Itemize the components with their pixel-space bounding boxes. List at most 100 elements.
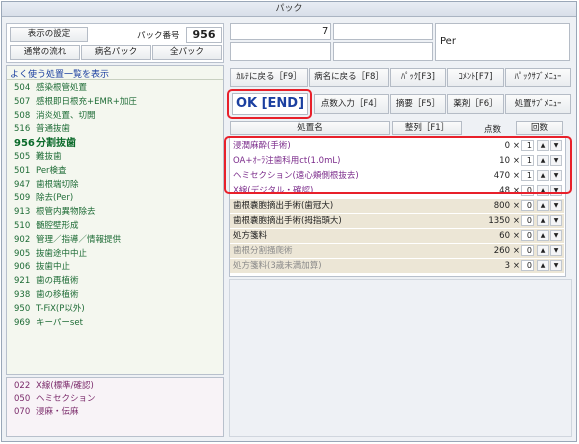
favorite-item[interactable]: 921 歯の再植術 <box>6 275 224 289</box>
favorite-item[interactable]: 950 T-FiX(P以外) <box>6 303 224 317</box>
procedure-points: 48 <box>499 186 510 196</box>
lower-empty-area <box>229 279 572 437</box>
comment-button[interactable]: ｺﾒﾝﾄ[F7] <box>447 68 504 87</box>
procedure-row[interactable]: 処方箋料 60 × 0 ▲ ▼ <box>230 229 564 243</box>
ok-end-button[interactable]: OK [END] <box>232 93 308 115</box>
top-field-a[interactable] <box>230 23 331 40</box>
procedure-name: 処方箋料 <box>233 231 268 241</box>
spin-up-icon[interactable]: ▲ <box>537 215 549 226</box>
favorite-item[interactable]: 902 管理／指導／情報提供 <box>6 234 224 248</box>
back-to-karte-button[interactable]: ｶﾙﾃに戻る［F9］ <box>230 68 308 87</box>
spin-down-icon[interactable]: ▼ <box>550 260 562 271</box>
spin-up-icon[interactable]: ▲ <box>537 170 549 181</box>
spin-up-icon[interactable]: ▲ <box>537 200 549 211</box>
favorite-item[interactable]: 504 感染根管処置 <box>6 82 224 96</box>
normal-flow-button[interactable]: 通常の流れ <box>10 45 80 60</box>
favorite-item[interactable]: 501 Per検査 <box>6 165 224 179</box>
favorite-name: 感染根管処置 <box>36 83 88 93</box>
favorite-name: キーパーset <box>36 317 83 328</box>
favorite-name: 消炎処置、切開 <box>36 110 96 121</box>
spin-up-icon[interactable]: ▲ <box>537 230 549 241</box>
favorite-name: 抜歯中止 <box>36 262 71 273</box>
back-to-disease-button[interactable]: 病名に戻る［F8］ <box>309 68 389 87</box>
spin-down-icon[interactable]: ▼ <box>550 155 562 166</box>
procedure-name: 浸潤麻酔(手術) <box>233 141 291 151</box>
favorite-item[interactable]: 956分割抜歯 <box>6 137 224 151</box>
favorite-code: 507 <box>14 96 31 107</box>
spin-down-icon[interactable]: ▼ <box>550 185 562 196</box>
procedure-qty-field[interactable]: 0 <box>521 215 534 226</box>
spin-down-icon[interactable]: ▼ <box>550 140 562 151</box>
procedure-qty-field[interactable]: 1 <box>521 155 534 166</box>
favorite-item[interactable]: 516 普通抜歯 <box>6 123 224 137</box>
pack-selector-panel: 表示の設定 パック番号 956 通常の流れ 病名パック 全パック <box>6 23 224 63</box>
pack-button[interactable]: ﾊﾟｯｸ[F3] <box>390 68 446 87</box>
procedure-row[interactable]: 歯根嚢胞摘出手術(歯冠大) 800 × 0 ▲ ▼ <box>230 199 564 213</box>
procedure-qty-field[interactable]: 0 <box>521 200 534 211</box>
spin-up-icon[interactable]: ▲ <box>537 155 549 166</box>
spin-down-icon[interactable]: ▼ <box>550 200 562 211</box>
favorite-item[interactable]: 905 抜歯途中中止 <box>6 248 224 262</box>
procedure-row[interactable]: 浸潤麻酔(手術) 0 × 1 ▲ ▼ <box>230 139 564 153</box>
window-title: パック <box>2 2 576 17</box>
spin-down-icon[interactable]: ▼ <box>550 170 562 181</box>
spin-up-icon[interactable]: ▲ <box>537 245 549 256</box>
procedure-qty-field[interactable]: 0 <box>521 230 534 241</box>
spin-up-icon[interactable]: ▲ <box>537 260 549 271</box>
recent-list-panel: 022 X線(標準/確認) 050 ヘミセクション 070 浸麻・伝麻 <box>6 377 224 437</box>
recent-item[interactable]: 070 浸麻・伝麻 <box>8 406 222 419</box>
top-field-c[interactable] <box>333 23 433 40</box>
procedure-row[interactable]: 処方箋料(3歳未満加算) 3 × 0 ▲ ▼ <box>230 259 564 273</box>
spin-down-icon[interactable]: ▼ <box>550 245 562 256</box>
drug-button[interactable]: 薬剤［F6］ <box>447 94 504 114</box>
pack-sub-menu-button[interactable]: ﾊﾟｯｸｻﾌﾞﾒﾆｭｰ <box>505 68 571 87</box>
procedure-qty-field[interactable]: 0 <box>521 245 534 256</box>
favorite-item[interactable]: 947 歯根端切除 <box>6 179 224 193</box>
procedure-name: X線(デジタル・確認) <box>233 186 314 196</box>
procedure-row[interactable]: ヘミセクション(遠心頬側根抜去) 470 × 1 ▲ ▼ <box>230 169 564 183</box>
procedure-qty-field[interactable]: 1 <box>521 140 534 151</box>
spin-down-icon[interactable]: ▼ <box>550 215 562 226</box>
procedure-row[interactable]: X線(デジタル・確認) 48 × 0 ▲ ▼ <box>230 184 564 198</box>
col-header-name[interactable]: 処置名 <box>230 121 390 135</box>
spin-up-icon[interactable]: ▲ <box>537 140 549 151</box>
summary-button[interactable]: 摘要［F5］ <box>390 94 446 114</box>
spin-up-icon[interactable]: ▲ <box>537 185 549 196</box>
recent-item[interactable]: 050 ヘミセクション <box>8 393 222 406</box>
all-pack-button[interactable]: 全パック <box>152 45 222 60</box>
score-input-button[interactable]: 点数入力［F4］ <box>314 94 389 114</box>
favorite-item[interactable]: 510 髄腔壁形成 <box>6 220 224 234</box>
procedure-row[interactable]: 歯根分割掻爬術 260 × 0 ▲ ▼ <box>230 244 564 258</box>
recent-list: 022 X線(標準/確認) 050 ヘミセクション 070 浸麻・伝麻 <box>8 380 222 419</box>
favorites-divider <box>7 79 223 80</box>
display-settings-button[interactable]: 表示の設定 <box>10 27 88 42</box>
treatment-sub-menu-button[interactable]: 処置ｻﾌﾞﾒﾆｭｰ <box>505 94 571 114</box>
disease-pack-button[interactable]: 病名パック <box>81 45 151 60</box>
procedure-qty-field[interactable]: 1 <box>521 170 534 181</box>
favorite-name: 歯の再植術 <box>36 276 79 287</box>
procedure-row[interactable]: 歯根嚢胞摘出手術(拇指頭大) 1350 × 0 ▲ ▼ <box>230 214 564 228</box>
favorite-item[interactable]: 913 根管内異物除去 <box>6 206 224 220</box>
procedure-row[interactable]: OA+ｵｰﾗ注歯科用ct(1.0mL) 10 × 1 ▲ ▼ <box>230 154 564 168</box>
procedure-points: 60 <box>499 231 510 241</box>
sort-button[interactable]: 整列［F1］ <box>392 121 462 135</box>
spin-down-icon[interactable]: ▼ <box>550 230 562 241</box>
favorite-name: 髄腔壁形成 <box>36 220 79 231</box>
col-header-count[interactable]: 回数 <box>516 121 563 135</box>
favorite-item[interactable]: 969 キーパーset <box>6 317 224 331</box>
top-field-d[interactable] <box>333 42 433 61</box>
favorite-item[interactable]: 509 除去(Per) <box>6 192 224 206</box>
procedure-qty-field[interactable]: 0 <box>521 260 534 271</box>
recent-code: 070 <box>14 407 31 417</box>
top-field-b[interactable] <box>230 42 331 61</box>
recent-code: 050 <box>14 394 31 404</box>
favorite-item[interactable]: 505 難抜歯 <box>6 151 224 165</box>
pack-number-field[interactable]: 956 <box>186 27 222 43</box>
favorite-item[interactable]: 508 消炎処置、切開 <box>6 110 224 124</box>
recent-item[interactable]: 022 X線(標準/確認) <box>8 380 222 393</box>
favorite-item[interactable]: 938 歯の移植術 <box>6 289 224 303</box>
favorite-item[interactable]: 507 感根即日根充+EMR+加圧 <box>6 96 224 110</box>
favorite-item[interactable]: 906 抜歯中止 <box>6 261 224 275</box>
favorite-name: 根管内異物除去 <box>36 207 96 218</box>
procedure-qty-field[interactable]: 0 <box>521 185 534 196</box>
